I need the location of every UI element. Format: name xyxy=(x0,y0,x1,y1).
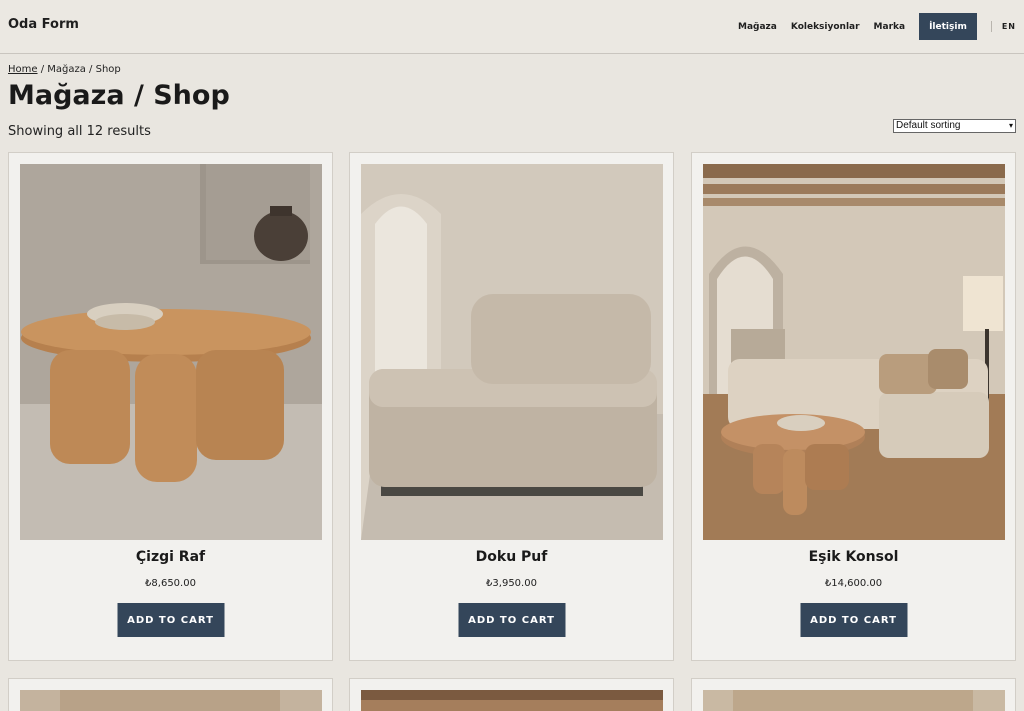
product-card xyxy=(691,678,1016,711)
breadcrumb-trail: / Mağaza / Shop xyxy=(37,64,121,75)
nav-link-shop[interactable]: Mağaza xyxy=(738,22,777,32)
add-to-cart-button[interactable]: ADD TO CART xyxy=(800,603,907,637)
contact-button[interactable]: İletişim xyxy=(919,13,977,40)
site-header: Oda Form Mağaza Koleksiyonlar Marka İlet… xyxy=(0,0,1024,54)
product-name[interactable]: Eşik Konsol xyxy=(692,549,1015,565)
product-price: ₺14,600.00 xyxy=(824,578,883,589)
sort-selected-value: Default sorting xyxy=(896,120,961,131)
product-card: Eşik Konsol ₺14,600.00 ADD TO CART xyxy=(691,152,1016,661)
add-to-cart-button[interactable]: ADD TO CART xyxy=(458,603,565,637)
product-image[interactable] xyxy=(703,690,1005,711)
language-switch[interactable]: EN xyxy=(1002,22,1016,31)
product-card xyxy=(8,678,333,711)
product-name[interactable]: Doku Puf xyxy=(350,549,673,565)
page-title: Mağaza / Shop xyxy=(8,80,230,111)
main-nav: Mağaza Koleksiyonlar Marka İletişim EN xyxy=(724,13,1016,40)
nav-divider xyxy=(990,21,992,32)
product-image[interactable] xyxy=(20,164,322,540)
nav-link-brand[interactable]: Marka xyxy=(874,22,906,32)
result-count: Showing all 12 results xyxy=(8,124,151,139)
breadcrumb-home-link[interactable]: Home xyxy=(8,64,38,75)
product-card: Çizgi Raf ₺8,650.00 ADD TO CART xyxy=(8,152,333,661)
nav-link-collections[interactable]: Koleksiyonlar xyxy=(791,22,860,32)
product-image[interactable] xyxy=(703,164,1005,540)
breadcrumb: Home / Mağaza / Shop xyxy=(8,64,121,75)
product-image[interactable] xyxy=(361,164,663,540)
product-name[interactable]: Çizgi Raf xyxy=(9,549,332,565)
product-card xyxy=(349,678,674,711)
product-price: ₺3,950.00 xyxy=(486,578,537,589)
add-to-cart-button[interactable]: ADD TO CART xyxy=(117,603,224,637)
product-card: Doku Puf ₺3,950.00 ADD TO CART xyxy=(349,152,674,661)
sort-select[interactable]: Default sorting ▾ xyxy=(893,119,1016,133)
site-logo[interactable]: Oda Form xyxy=(8,17,79,32)
product-image[interactable] xyxy=(20,690,322,711)
product-image[interactable] xyxy=(361,690,663,711)
product-price: ₺8,650.00 xyxy=(145,578,196,589)
chevron-down-icon: ▾ xyxy=(1008,121,1013,130)
